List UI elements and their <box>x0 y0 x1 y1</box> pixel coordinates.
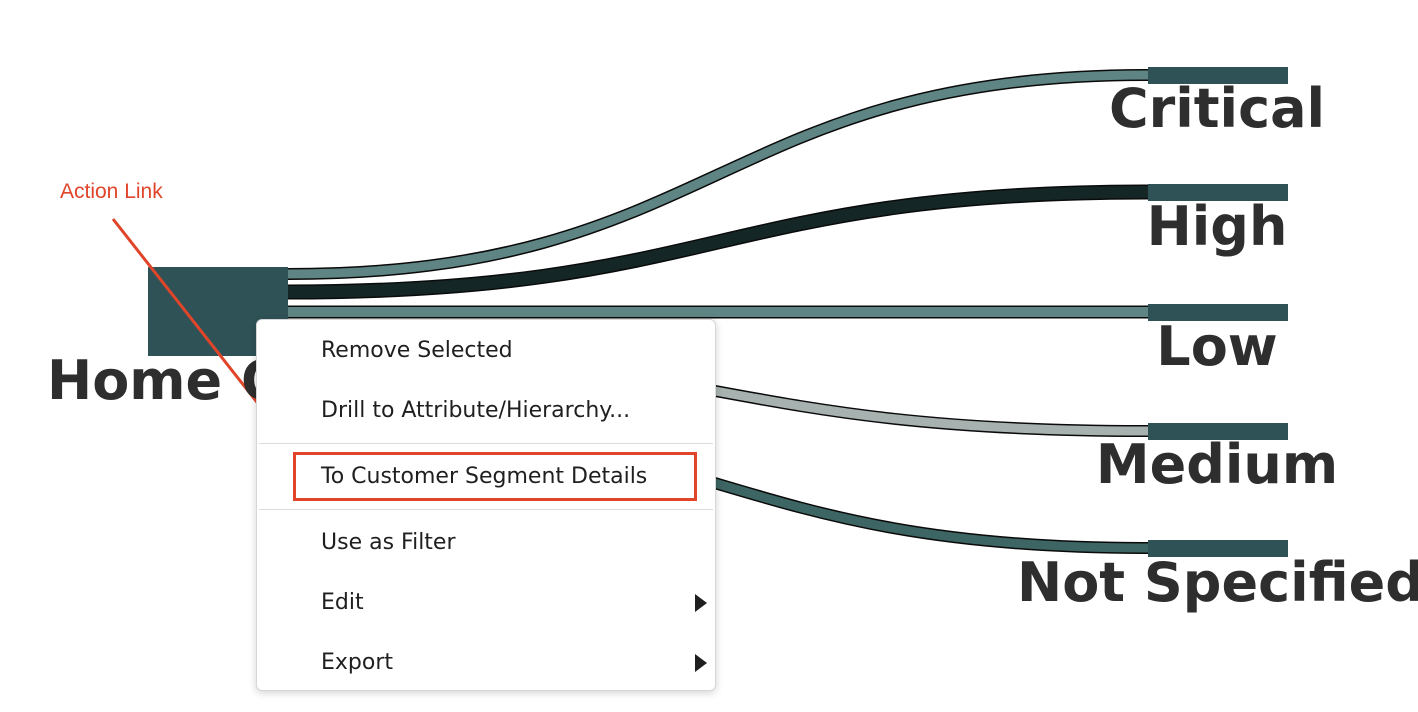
menu-item-label: Use as Filter <box>321 530 456 555</box>
menu-separator <box>259 443 713 444</box>
target-label-high: High <box>1146 195 1288 258</box>
target-label-critical: Critical <box>1108 77 1326 140</box>
menu-item-label: Remove Selected <box>321 338 513 363</box>
submenu-arrow-icon <box>695 654 707 672</box>
target-label-low: Low <box>1156 315 1278 378</box>
menu-item-to-customer-segment-details[interactable]: To Customer Segment Details <box>257 447 715 507</box>
menu-separator <box>259 509 713 510</box>
menu-item-edit[interactable]: Edit <box>257 573 715 633</box>
target-label-medium: Medium <box>1095 433 1339 496</box>
submenu-arrow-icon <box>695 594 707 612</box>
menu-item-export[interactable]: Export <box>257 633 715 693</box>
menu-item-label: Drill to Attribute/Hierarchy... <box>321 398 631 423</box>
menu-item-drill-to-attribute[interactable]: Drill to Attribute/Hierarchy... <box>257 381 715 441</box>
menu-item-label: To Customer Segment Details <box>321 464 648 489</box>
menu-item-label: Export <box>321 650 394 675</box>
menu-item-label: Edit <box>321 590 364 615</box>
context-menu: Remove Selected Drill to Attribute/Hiera… <box>256 319 716 691</box>
target-label-not-specified: Not Specified <box>1017 551 1418 614</box>
source-node-label: Home O <box>47 349 287 412</box>
menu-item-remove-selected[interactable]: Remove Selected <box>257 321 715 381</box>
callout-label: Action Link <box>60 180 163 203</box>
menu-item-use-as-filter[interactable]: Use as Filter <box>257 513 715 573</box>
